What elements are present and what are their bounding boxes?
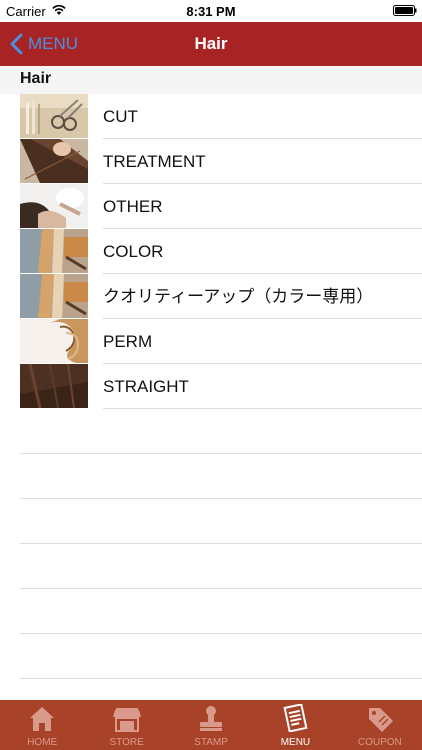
- stamp-icon: [200, 706, 223, 731]
- tab-label: STAMP: [194, 737, 228, 748]
- tab-label: STORE: [109, 737, 144, 748]
- list-item-treatment[interactable]: TREATMENT: [0, 139, 422, 184]
- section-header: Hair: [0, 66, 422, 94]
- row-divider: [20, 678, 422, 679]
- section-title: Hair: [20, 70, 52, 87]
- list-item-label: OTHER: [103, 197, 163, 216]
- coupon-tag-icon: [368, 708, 393, 732]
- battery-icon: [393, 5, 417, 16]
- empty-row: [0, 544, 422, 589]
- status-time: 8:31 PM: [186, 4, 236, 19]
- empty-row: [0, 454, 422, 499]
- empty-row: [0, 499, 422, 544]
- app-screen: Carrier 8:31 PM MENU Hair Hair CUT TREAT…: [0, 0, 422, 750]
- status-bar: Carrier 8:31 PM: [0, 0, 422, 22]
- list-item-label: STRAIGHT: [103, 377, 189, 396]
- long-hair-photo: [20, 139, 88, 183]
- empty-row: [0, 409, 422, 454]
- list-item-label: CUT: [103, 107, 138, 126]
- page-title: Hair: [194, 34, 228, 53]
- list-item-quality-up[interactable]: クオリティーアップ（カラー専用）: [0, 274, 422, 319]
- tab-stamp[interactable]: STAMP: [169, 700, 253, 750]
- menu-list: CUT TREATMENT OTHER COLOR クオリティーアップ（カラー専…: [0, 94, 422, 409]
- hair-color-photo: [20, 274, 88, 318]
- menu-document-icon: [283, 704, 308, 732]
- list-item-label: TREATMENT: [103, 152, 206, 171]
- tab-label: HOME: [27, 737, 58, 748]
- hair-wash-photo: [20, 184, 88, 228]
- empty-row: [0, 589, 422, 634]
- tab-label: COUPON: [357, 737, 402, 748]
- navigation-bar: MENU Hair: [0, 22, 422, 66]
- tab-store[interactable]: STORE: [84, 700, 168, 750]
- tab-bar: HOME STORE STAMP MENU COUPON: [0, 700, 422, 750]
- tab-label: MENU: [280, 737, 311, 748]
- hair-color-photo: [20, 229, 88, 273]
- empty-rows: [0, 409, 422, 679]
- list-item-label: COLOR: [103, 242, 164, 261]
- list-item-cut[interactable]: CUT: [0, 94, 422, 139]
- tab-menu[interactable]: MENU: [253, 700, 337, 750]
- home-icon: [30, 707, 55, 731]
- list-item-color[interactable]: COLOR: [0, 229, 422, 274]
- list-item-other[interactable]: OTHER: [0, 184, 422, 229]
- curly-hair-photo: [20, 319, 88, 363]
- list-item-straight[interactable]: STRAIGHT: [0, 364, 422, 409]
- tab-home[interactable]: HOME: [0, 700, 84, 750]
- empty-row: [0, 634, 422, 679]
- tab-coupon[interactable]: COUPON: [338, 700, 422, 750]
- list-item-label: クオリティーアップ（カラー専用）: [103, 287, 374, 306]
- store-icon: [112, 708, 141, 732]
- scissors-photo: [20, 94, 88, 138]
- list-item-perm[interactable]: PERM: [0, 319, 422, 364]
- list-item-label: PERM: [103, 332, 153, 351]
- straight-hair-photo: [20, 364, 88, 408]
